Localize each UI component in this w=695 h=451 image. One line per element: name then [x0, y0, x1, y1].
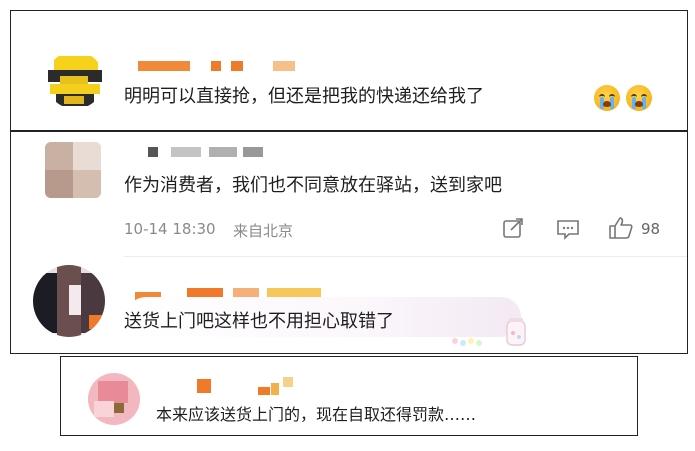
- share-icon[interactable]: [502, 218, 524, 240]
- avatar[interactable]: [45, 142, 101, 198]
- crying-emoji-icon: [626, 85, 652, 111]
- like-icon[interactable]: [608, 216, 634, 240]
- jar-sticker-icon: [447, 317, 531, 349]
- comment-text: 作为消费者，我们也不同意放在驿站，送到家吧: [124, 175, 502, 196]
- comment-text: 明明可以直接抢，但还是把我的快递还给我了: [124, 86, 484, 107]
- crying-emoji-icon: [594, 85, 620, 111]
- comment-text: 送货上门吧这样也不用担心取错了: [124, 311, 394, 332]
- like-count: 98: [641, 220, 661, 238]
- comment-card-1: 明明可以直接抢，但还是把我的快递还给我了: [10, 10, 688, 131]
- avatar[interactable]: [88, 373, 140, 425]
- avatar[interactable]: [46, 51, 104, 109]
- avatar[interactable]: [33, 265, 105, 337]
- comment-icon[interactable]: [556, 218, 580, 240]
- comment-card-3: 本来应该送货上门的，现在自取还得罚款……: [60, 356, 638, 436]
- comment-time: 10-14 18:30: [124, 220, 216, 238]
- divider: [124, 256, 687, 257]
- comment-card-2: 作为消费者，我们也不同意放在驿站，送到家吧 10-14 18:30 来自北京 9…: [10, 131, 688, 354]
- comment-location: 来自北京: [233, 222, 294, 240]
- comment-text: 本来应该送货上门的，现在自取还得罚款……: [156, 405, 477, 424]
